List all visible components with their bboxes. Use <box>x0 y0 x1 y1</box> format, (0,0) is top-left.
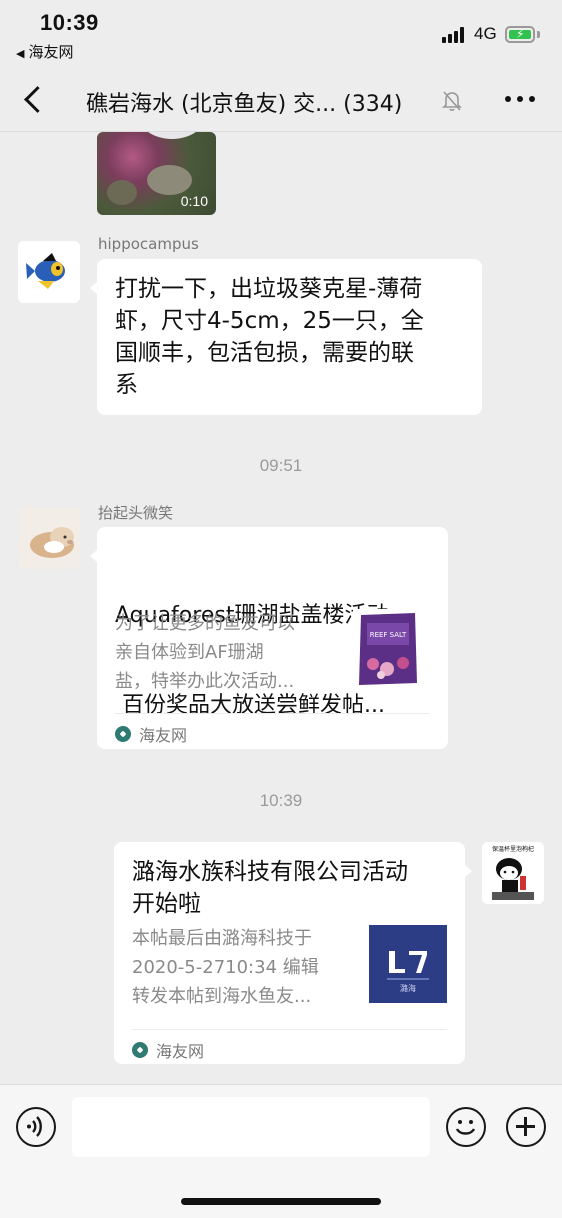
battery-icon: ⚡ <box>505 26 535 43</box>
play-overlay-icon <box>137 132 207 139</box>
cellular-signal-icon <box>442 27 468 43</box>
source-label: 海友网 <box>139 726 188 745</box>
home-indicator[interactable] <box>181 1198 381 1205</box>
link-desc-line: 盐，特举办此次活动... <box>115 671 295 692</box>
timestamp: 09:51 <box>259 456 303 475</box>
emoji-icon[interactable] <box>446 1107 486 1147</box>
link-title: 潞海水族科技有限公司活动 开始啦 <box>132 856 451 920</box>
battery-cap <box>537 31 540 38</box>
sticker-avatar-icon: 保温杯里泡枸杞 <box>482 842 544 904</box>
ellipsis-icon[interactable] <box>505 96 535 104</box>
network-type: 4G <box>474 24 497 43</box>
video-message[interactable]: 0:10 <box>97 132 216 215</box>
fish-icon <box>18 241 80 303</box>
message-input[interactable] <box>72 1097 430 1157</box>
link-message[interactable]: Aquaforest珊湖盐盖楼活动 百份奖品大放送尝鲜发帖... 为了让更多的鱼… <box>90 527 448 749</box>
chat-header: 礁岩海水 (北京鱼友) 交... (334) <box>0 70 562 132</box>
voice-icon[interactable] <box>16 1107 56 1147</box>
message-line: 国顺丰，包活包损，需要的联 <box>115 340 414 366</box>
message-line: 系 <box>115 372 138 398</box>
reef-salt-bag-image: REEF SALT <box>353 609 423 689</box>
back-app-label: 海友网 <box>28 43 74 61</box>
message-line: 虾，尺寸4-5cm，25一只，全 <box>115 308 424 334</box>
company-logo-image: 潞海 <box>369 925 447 1003</box>
chat-title: 礁岩海水 (北京鱼友) 交... (334) <box>86 92 403 117</box>
link-divider <box>132 1029 447 1030</box>
message-line: 打扰一下，出垃圾葵克星-薄荷 <box>115 276 423 302</box>
source-app-icon <box>115 726 131 742</box>
avatar[interactable] <box>18 507 80 569</box>
puppy-avatar-icon <box>18 507 80 569</box>
back-to-app-link[interactable]: ◀ 海友网 <box>16 41 73 62</box>
timestamp: 10:39 <box>259 791 303 810</box>
sticker-text: 保温杯里泡枸杞 <box>492 845 534 853</box>
status-bar: 10:39 ◀ 海友网 4G ⚡ <box>0 0 562 70</box>
plus-icon[interactable] <box>506 1107 546 1147</box>
text-message[interactable]: 打扰一下，出垃圾葵克星-薄荷 虾，尺寸4-5cm，25一只，全 国顺丰，包活包损… <box>90 259 482 415</box>
link-message[interactable]: 潞海水族科技有限公司活动 开始啦 本帖最后由潞海科技于 2020-5-2710:… <box>114 842 472 1064</box>
link-desc-line: 亲自体验到AF珊湖 <box>115 642 264 663</box>
link-description: 为了让更多的鱼友可以 亲自体验到AF珊湖 盐，特举办此次活动... <box>115 609 295 696</box>
chevron-left-icon[interactable] <box>20 82 50 118</box>
bell-off-icon <box>442 91 462 111</box>
link-desc-line: 转发本帖到海水鱼友... <box>132 986 312 1007</box>
source-label: 海友网 <box>156 1042 205 1061</box>
video-duration: 0:10 <box>180 193 208 209</box>
link-desc-line: 为了让更多的鱼友可以 <box>115 613 295 634</box>
link-divider <box>115 713 430 714</box>
link-source: 海友网 <box>115 722 187 746</box>
thumb-caption: 潞海 <box>400 983 416 993</box>
link-description: 本帖最后由潞海科技于 2020-5-2710:34 编辑 转发本帖到海水鱼友..… <box>132 924 319 1011</box>
source-app-icon <box>132 1042 148 1058</box>
link-source: 海友网 <box>132 1038 204 1062</box>
link-desc-line: 2020-5-2710:34 编辑 <box>132 957 319 978</box>
link-title-line: 开始啦 <box>132 891 201 917</box>
sender-name: 抬起头微笑 <box>98 504 174 522</box>
back-triangle-icon: ◀ <box>16 47 25 60</box>
link-title-line: 潞海水族科技有限公司活动 <box>132 859 408 885</box>
avatar[interactable] <box>18 241 80 303</box>
thumb-label: REEF SALT <box>370 631 407 639</box>
avatar[interactable]: 保温杯里泡枸杞 <box>482 842 544 904</box>
link-desc-line: 本帖最后由潞海科技于 <box>132 928 312 949</box>
status-time: 10:39 <box>40 10 99 35</box>
sender-name: hippocampus <box>98 235 199 253</box>
